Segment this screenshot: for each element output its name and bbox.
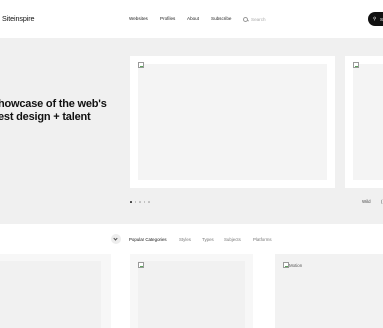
nav-link-about[interactable]: About	[187, 16, 199, 21]
hero-heading-line-1: howcase of the web's	[0, 98, 107, 110]
site-card[interactable]	[0, 254, 111, 328]
nav-link-subscribe[interactable]: Subscribe	[211, 16, 231, 21]
user-icon: ⚲	[373, 16, 377, 21]
featured-card[interactable]	[345, 56, 383, 188]
sign-in-button[interactable]: ⚲ S	[368, 12, 383, 26]
carousel-dot[interactable]	[139, 201, 141, 203]
carousel-dot[interactable]	[130, 201, 132, 203]
category-bar	[0, 224, 383, 254]
site-logo[interactable]: Siteinspire	[2, 14, 35, 23]
broken-image-icon	[353, 62, 359, 68]
tab-subjects[interactable]: Subjects	[224, 237, 241, 242]
tab-platforms[interactable]: Platforms	[253, 237, 272, 242]
carousel-dots	[130, 201, 150, 203]
site-card[interactable]: Motion	[275, 254, 383, 328]
nav-link-profiles[interactable]: Profiles	[160, 16, 175, 21]
category-toggle-button[interactable]	[111, 234, 121, 244]
hero-credit-link[interactable]: Wild	[362, 199, 371, 204]
nav-link-websites[interactable]: Websites	[129, 16, 148, 21]
search-icon	[243, 16, 248, 22]
site-header: Siteinspire Websites Profiles About Subs…	[0, 0, 383, 38]
carousel-dot[interactable]	[134, 201, 137, 203]
carousel-dot[interactable]	[148, 201, 150, 203]
search-placeholder: Search	[251, 16, 266, 22]
carousel-dot[interactable]	[143, 201, 146, 203]
site-card[interactable]	[130, 254, 253, 328]
site-card-image	[138, 261, 245, 328]
featured-card-image	[353, 64, 383, 180]
broken-image-icon	[138, 62, 144, 68]
search-field[interactable]: Search	[243, 15, 266, 23]
tab-popular-categories[interactable]: Popular Categories	[129, 237, 167, 242]
featured-card[interactable]	[130, 56, 335, 188]
broken-image-icon	[138, 262, 144, 268]
featured-card-image	[138, 64, 327, 180]
hero-heading-line-2: est design + talent	[0, 110, 91, 123]
site-card-image	[0, 261, 101, 328]
site-card-image-alt: Motion	[289, 263, 303, 268]
hero-credit-link[interactable]: (	[381, 199, 382, 204]
tab-styles[interactable]: Styles	[179, 237, 191, 242]
chevron-down-icon	[113, 235, 118, 241]
hero-heading: howcase of the web's est design + talent	[0, 98, 107, 123]
tab-types[interactable]: Types	[202, 237, 214, 242]
